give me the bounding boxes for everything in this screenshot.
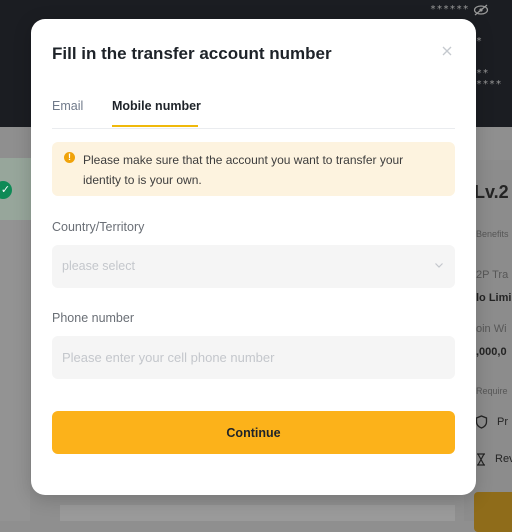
requirement-item-1: Pr <box>497 416 508 428</box>
no-limit-label: lo Limi <box>476 292 512 304</box>
p2p-label: 2P Tra <box>476 269 509 281</box>
level-badge: Lv.2 <box>474 182 509 202</box>
account-type-tabs: Email Mobile number <box>52 99 455 129</box>
hide-eye-icon <box>473 4 489 16</box>
requirements-label: Require <box>476 386 508 396</box>
background-action-button <box>474 492 512 532</box>
modal-title: Fill in the transfer account number <box>52 44 332 63</box>
masked-balance: ****** <box>430 4 470 15</box>
background-bottom-bar <box>60 505 455 521</box>
masked-value: ** **** <box>476 68 503 90</box>
coin-label: oin Wi <box>476 323 507 335</box>
country-select[interactable]: please select <box>52 245 455 288</box>
close-button[interactable] <box>439 43 455 59</box>
phone-label: Phone number <box>52 311 135 325</box>
tab-email[interactable]: Email <box>52 99 83 113</box>
benefits-label: Benefits <box>476 229 509 239</box>
hourglass-icon <box>477 453 485 466</box>
shield-icon <box>475 415 488 429</box>
country-placeholder: please select <box>62 259 135 273</box>
warning-icon: ! <box>64 152 75 163</box>
warning-notice: ! Please make sure that the account you … <box>52 142 455 196</box>
active-tab-indicator <box>112 125 198 127</box>
transfer-account-modal: Fill in the transfer account number Emai… <box>31 19 476 495</box>
continue-button[interactable]: Continue <box>52 411 455 454</box>
close-icon <box>442 46 452 56</box>
tab-mobile-number[interactable]: Mobile number <box>112 99 201 113</box>
chevron-down-icon <box>435 263 443 268</box>
phone-number-input[interactable] <box>52 336 455 379</box>
amount-label: ,000,0 <box>476 346 507 358</box>
masked-value: * <box>476 36 483 47</box>
country-label: Country/Territory <box>52 220 145 234</box>
background-left-panel <box>0 220 30 521</box>
requirement-item-2: Rev <box>495 453 512 465</box>
notice-text: Please make sure that the account you wa… <box>83 153 404 187</box>
